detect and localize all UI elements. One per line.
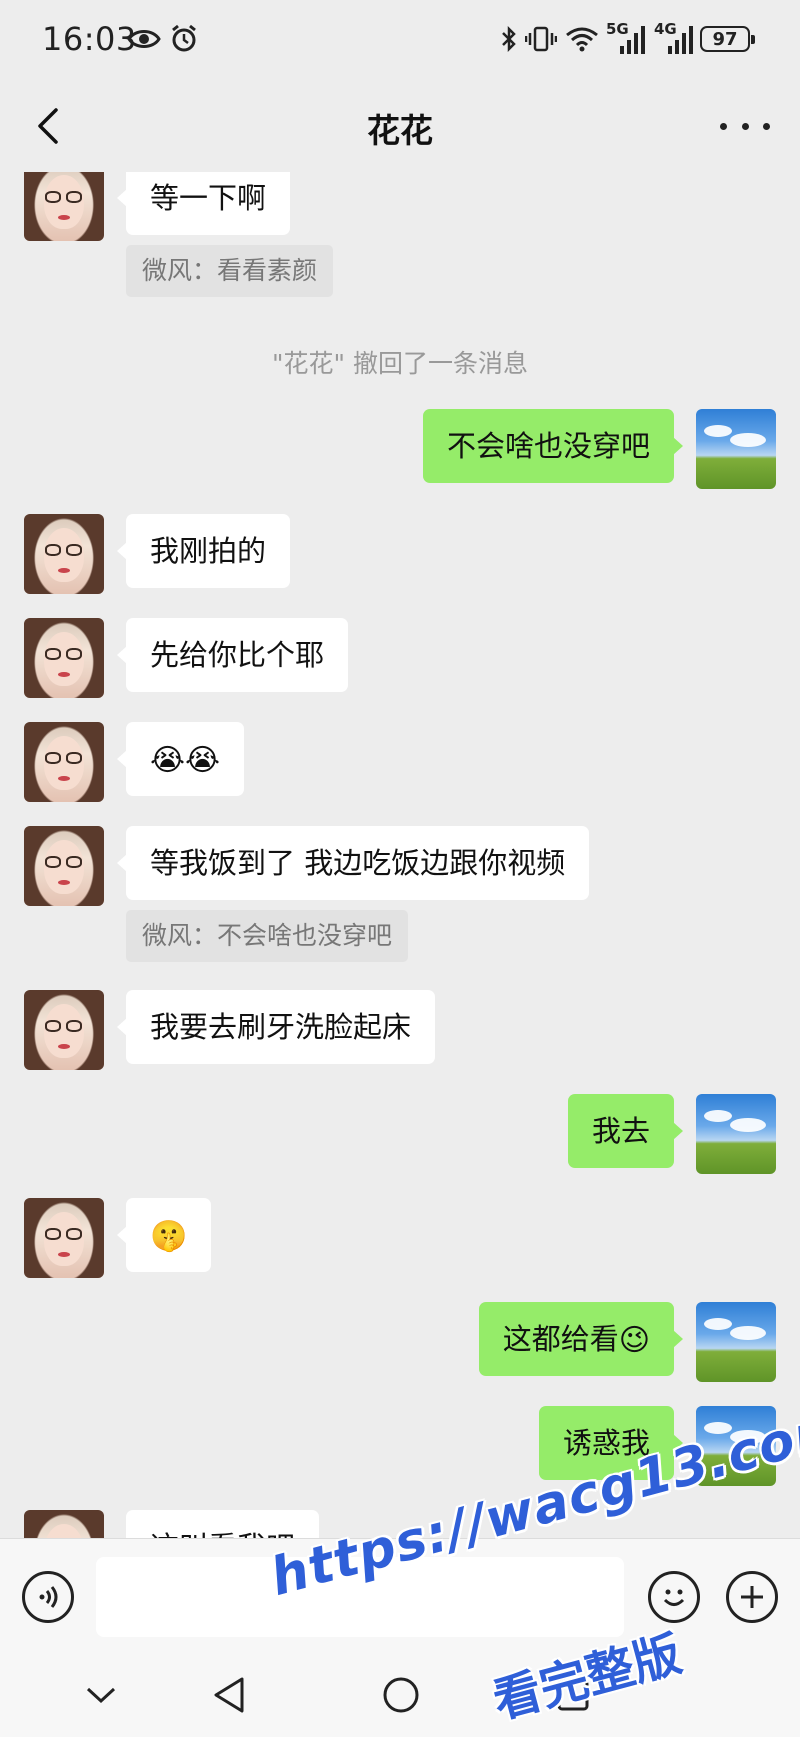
message-row: 不会啥也没穿吧 <box>0 409 800 489</box>
eye-icon <box>126 22 162 56</box>
recents-square-icon[interactable] <box>550 1672 596 1718</box>
message-row: 我刚拍的 <box>0 514 800 594</box>
message-row: 我去 <box>0 1094 800 1174</box>
system-navigation-bar <box>0 1654 800 1737</box>
wifi-icon <box>564 22 600 56</box>
collapse-down-icon[interactable] <box>78 1672 124 1718</box>
message-row: 先给你比个耶 <box>0 618 800 698</box>
quoted-reply[interactable]: 微风：看看素颜 <box>126 245 334 297</box>
message-row: 😭😭 <box>0 722 800 802</box>
my-avatar[interactable] <box>696 1302 776 1382</box>
contact-avatar[interactable] <box>24 514 104 594</box>
message-row: 这叫看我吧 <box>0 1510 800 1538</box>
message-row: 等一下啊 微风：看看素颜 <box>0 172 800 321</box>
contact-avatar[interactable] <box>24 1198 104 1278</box>
signal-5g-icon: 5G <box>606 22 648 56</box>
vibrate-icon <box>524 22 558 56</box>
my-avatar[interactable] <box>696 1094 776 1174</box>
my-avatar[interactable] <box>696 409 776 489</box>
home-circle-icon[interactable] <box>378 1672 424 1718</box>
quoted-reply[interactable]: 微风：不会啥也没穿吧 <box>126 910 409 962</box>
message-bubble[interactable]: 这都给看😉 <box>478 1302 684 1376</box>
contact-avatar[interactable] <box>24 618 104 698</box>
contact-avatar[interactable] <box>24 826 104 906</box>
contact-avatar[interactable] <box>24 990 104 1070</box>
more-dots-icon[interactable] <box>720 108 770 144</box>
message-bubble[interactable]: 我去 <box>567 1094 684 1168</box>
message-bubble[interactable]: 不会啥也没穿吧 <box>422 409 684 483</box>
status-time: 16:03 <box>42 20 137 58</box>
recalled-notice: "花花" 撤回了一条消息 <box>272 349 528 378</box>
back-triangle-icon[interactable] <box>206 1672 252 1718</box>
smiley-icon[interactable] <box>648 1571 700 1623</box>
wink-emoji: 😉 <box>618 1323 650 1358</box>
input-bar <box>0 1538 800 1654</box>
message-bubble[interactable]: 先给你比个耶 <box>116 618 349 692</box>
contact-avatar[interactable] <box>24 172 104 241</box>
message-text: 这都给看 <box>502 1322 619 1356</box>
plus-icon[interactable] <box>726 1571 778 1623</box>
signal-4g-icon: 4G <box>654 22 696 56</box>
chat-header: 花花 <box>0 80 800 172</box>
shush-emoji: 🤫 <box>150 1219 188 1254</box>
chat-title: 花花 <box>367 111 433 150</box>
message-bubble[interactable]: 诱惑我 <box>538 1406 684 1480</box>
status-bar: 16:03 5G 4G 97 <box>0 0 800 80</box>
message-row: 等我饭到了 我边吃饭边跟你视频 微风：不会啥也没穿吧 <box>0 826 800 976</box>
message-input[interactable] <box>96 1557 624 1637</box>
bluetooth-icon <box>498 22 520 56</box>
message-bubble[interactable]: 等我饭到了 我边吃饭边跟你视频 <box>116 826 590 900</box>
crying-emoji: 😭😭 <box>150 743 221 778</box>
message-row: 诱惑我 <box>0 1406 800 1486</box>
battery-indicator: 97 <box>700 26 755 52</box>
message-list[interactable]: 等一下啊 微风：看看素颜 "花花" 撤回了一条消息 不会啥也没穿吧 我刚拍的 先… <box>0 172 800 1538</box>
voice-icon[interactable] <box>22 1571 74 1623</box>
message-bubble[interactable]: 我刚拍的 <box>116 514 291 588</box>
message-row: 这都给看😉 <box>0 1302 800 1382</box>
message-row: 🤫 <box>0 1198 800 1278</box>
message-bubble[interactable]: 这叫看我吧 <box>126 1510 320 1538</box>
message-bubble[interactable]: 🤫 <box>116 1198 212 1272</box>
message-row: 我要去刷牙洗脸起床 <box>0 990 800 1070</box>
contact-avatar[interactable] <box>24 722 104 802</box>
my-avatar[interactable] <box>696 1406 776 1486</box>
alarm-icon <box>168 22 200 56</box>
message-bubble[interactable]: 😭😭 <box>116 722 245 796</box>
message-bubble[interactable]: 我要去刷牙洗脸起床 <box>116 990 436 1064</box>
message-bubble[interactable]: 等一下啊 <box>116 172 291 235</box>
contact-avatar[interactable] <box>24 1510 104 1538</box>
